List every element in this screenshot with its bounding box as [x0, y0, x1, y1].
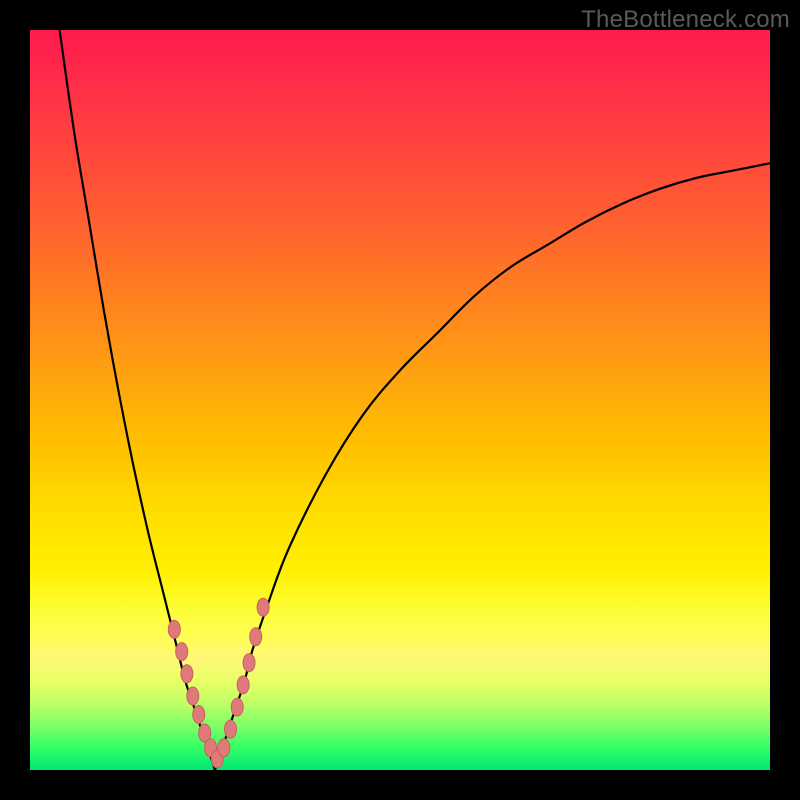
curve-right-branch: [215, 163, 770, 770]
curve-marker: [225, 720, 237, 738]
curve-marker: [257, 598, 269, 616]
curve-marker: [181, 665, 193, 683]
curve-marker: [237, 676, 249, 694]
curve-marker: [176, 643, 188, 661]
chart-plot-area: [30, 30, 770, 770]
curve-marker: [250, 628, 262, 646]
curve-marker: [193, 706, 205, 724]
curve-marker: [218, 739, 230, 757]
chart-svg: [30, 30, 770, 770]
marker-group: [168, 598, 269, 768]
curve-marker: [243, 654, 255, 672]
curve-marker: [187, 687, 199, 705]
curve-marker: [168, 620, 180, 638]
curve-marker: [231, 698, 243, 716]
curve-left-branch: [60, 30, 215, 770]
watermark-text: TheBottleneck.com: [581, 6, 790, 34]
